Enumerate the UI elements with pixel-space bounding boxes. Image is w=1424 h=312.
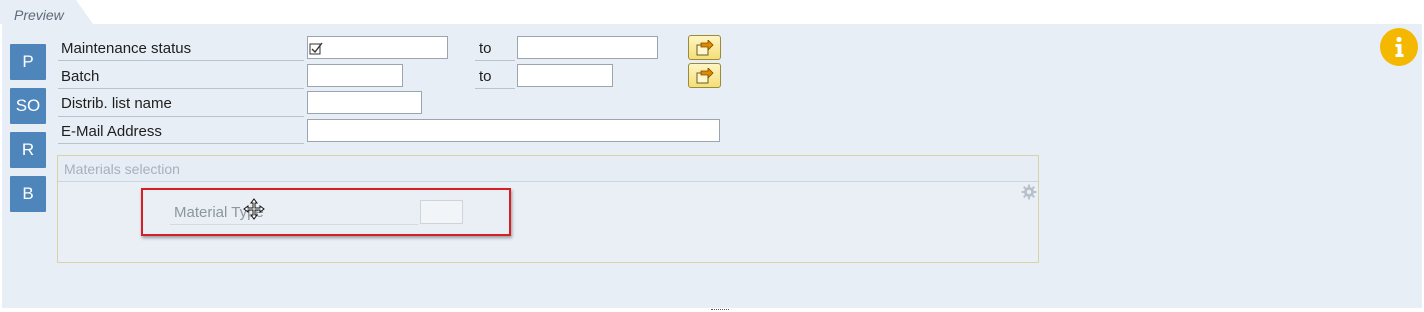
label-divider <box>58 60 304 61</box>
label-divider <box>58 116 304 117</box>
label-divider <box>58 143 304 144</box>
side-button-b[interactable]: B <box>10 176 46 212</box>
to-divider <box>475 60 515 61</box>
batch-label: Batch <box>61 68 100 85</box>
move-cursor-icon <box>243 198 265 220</box>
checkbox-checked-icon[interactable] <box>309 42 323 56</box>
materials-selection-header: Materials selection <box>58 156 1038 182</box>
batch-input[interactable] <box>307 64 403 87</box>
label-divider <box>58 88 304 89</box>
side-button-p[interactable]: P <box>10 44 46 80</box>
arrow-right-into-folder-icon <box>696 40 714 56</box>
batch-multiple-selection-button[interactable] <box>688 63 721 88</box>
info-icon <box>1395 36 1404 57</box>
side-button-r-label: R <box>21 140 35 159</box>
to-divider <box>475 88 515 89</box>
maintenance-status-to-label: to <box>479 40 492 57</box>
email-address-label: E-Mail Address <box>61 123 162 140</box>
maintenance-status-to-input[interactable] <box>517 36 658 59</box>
info-button[interactable] <box>1380 28 1418 66</box>
maintenance-status-multiple-selection-button[interactable] <box>688 35 721 60</box>
email-address-input[interactable] <box>307 119 720 142</box>
side-button-so-label: SO <box>15 96 41 115</box>
side-button-p-label: P <box>22 52 34 71</box>
tab-preview[interactable]: Preview <box>0 0 94 24</box>
maintenance-status-field[interactable] <box>307 36 448 59</box>
drag-highlight-frame <box>141 188 511 236</box>
side-button-so[interactable]: SO <box>10 88 46 124</box>
batch-to-label: to <box>479 68 492 85</box>
side-button-b-label: B <box>22 184 34 203</box>
side-button-r[interactable]: R <box>10 132 46 168</box>
distrib-list-name-label: Distrib. list name <box>61 95 172 112</box>
tab-preview-label: Preview <box>14 7 64 23</box>
materials-selection-title: Materials selection <box>64 161 180 177</box>
arrow-right-into-folder-icon <box>696 68 714 84</box>
maintenance-status-label: Maintenance status <box>61 40 192 57</box>
distrib-list-name-input[interactable] <box>307 91 422 114</box>
gear-icon[interactable] <box>1021 184 1037 200</box>
batch-to-input[interactable] <box>517 64 613 87</box>
